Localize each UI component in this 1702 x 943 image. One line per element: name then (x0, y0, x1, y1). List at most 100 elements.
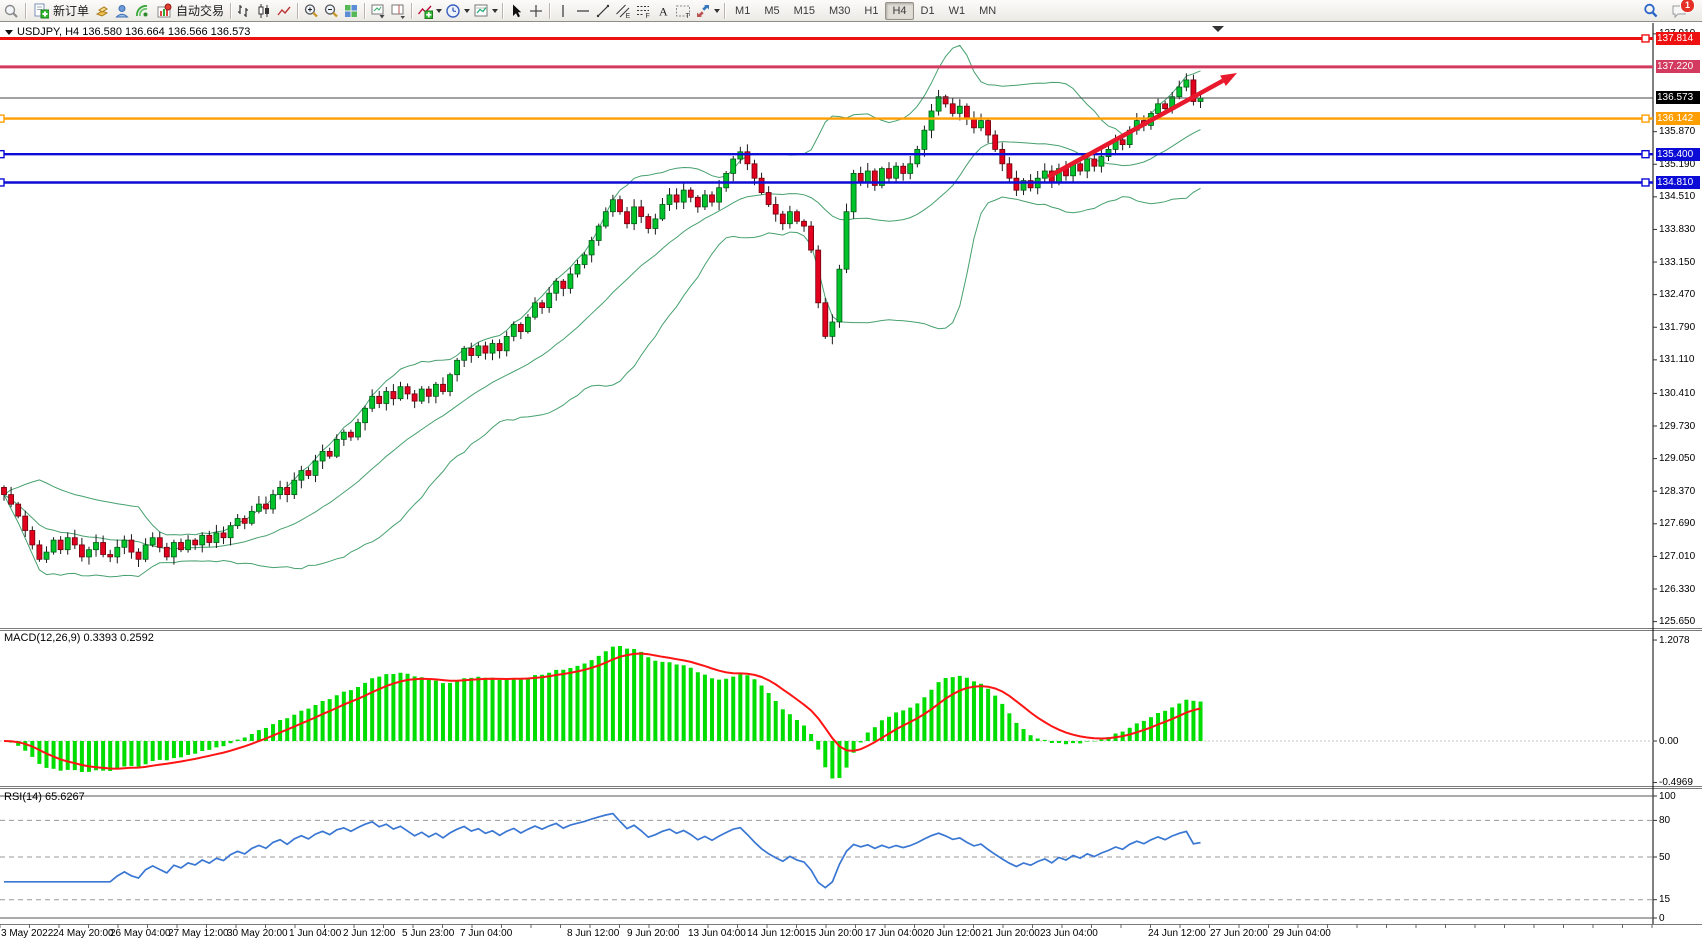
auto-scroll-icon[interactable] (369, 2, 387, 20)
hline-handle[interactable] (1642, 151, 1649, 158)
time-axis-label: 26 May 04:00 (110, 928, 171, 939)
macd-axis-label: -0.4969 (1659, 777, 1693, 788)
trendline-icon[interactable] (594, 2, 612, 20)
time-axis-label: 9 Jun 20:00 (627, 928, 679, 939)
arrows-icon[interactable] (694, 2, 712, 20)
toolbar-separator (411, 3, 412, 19)
zoom-in-icon[interactable] (302, 2, 320, 20)
price-tick-label: 128.370 (1659, 486, 1695, 497)
hline-handle[interactable] (1642, 179, 1649, 186)
time-axis-label: 7 Jun 04:00 (460, 928, 512, 939)
text-icon[interactable]: A (654, 2, 672, 20)
signals-icon[interactable] (133, 2, 151, 20)
hline-handle[interactable] (1642, 115, 1649, 122)
price-level-label: 137.220 (1656, 60, 1700, 73)
timeframe-w1-button[interactable]: W1 (942, 2, 973, 20)
macd-axis-label: 0.00 (1659, 736, 1678, 747)
timeframe-d1-button[interactable]: D1 (914, 2, 942, 20)
time-axis-label: 14 Jun 12:00 (747, 928, 805, 939)
timeframe-m1-button[interactable]: M1 (728, 2, 757, 20)
hline-handle[interactable] (0, 179, 4, 186)
price-tick-label: 130.410 (1659, 388, 1695, 399)
chart-shift-marker-icon[interactable] (1212, 26, 1224, 32)
horizontal-line-icon[interactable] (574, 2, 592, 20)
notification-badge[interactable]: 1 (1680, 0, 1695, 13)
price-level-label: 134.810 (1656, 176, 1700, 189)
tile-windows-icon[interactable] (342, 2, 360, 20)
rsi-indicator-label: RSI(14) 65.6267 (4, 791, 85, 803)
toolbar-separator (502, 3, 503, 19)
auto-trading-button[interactable]: 自动交易 (152, 1, 227, 21)
chat-icon[interactable]: 1 (1670, 2, 1688, 20)
line-chart-icon[interactable] (275, 2, 293, 20)
marketwatch-icon[interactable] (93, 2, 111, 20)
price-tick-label: 126.330 (1659, 584, 1695, 595)
price-axis[interactable]: 137.910135.870135.190134.510133.830133.1… (1654, 22, 1702, 924)
indicators-icon[interactable] (416, 2, 434, 20)
timeframe-h4-button[interactable]: H4 (885, 2, 913, 20)
price-tick-label: 131.790 (1659, 322, 1695, 333)
equidistant-channel-icon[interactable]: E (614, 2, 632, 20)
templates-icon[interactable] (472, 2, 490, 20)
price-tick-label: 134.510 (1659, 191, 1695, 202)
search-icon[interactable] (1642, 2, 1660, 20)
candle-chart-icon[interactable] (255, 2, 273, 20)
rsi-axis-label: 0 (1659, 913, 1665, 924)
symbol-search-icon[interactable] (3, 2, 21, 20)
toolbar-separator (364, 3, 365, 19)
time-axis-label: 13 Jun 04:00 (688, 928, 746, 939)
price-tick-label: 129.050 (1659, 453, 1695, 464)
chart-canvas[interactable] (0, 0, 1702, 943)
text-label-icon[interactable]: T (674, 2, 692, 20)
time-axis[interactable]: 3 May 202224 May 20:0026 May 04:0027 May… (0, 924, 1702, 943)
toolbar-right-group: 1 (1642, 2, 1702, 20)
time-axis-label: 5 Jun 23:00 (402, 928, 454, 939)
community-icon[interactable] (113, 2, 131, 20)
chart-shift-icon[interactable] (389, 2, 407, 20)
dropdown-caret-icon[interactable] (464, 9, 470, 13)
bar-chart-icon[interactable] (235, 2, 253, 20)
hline-handle[interactable] (0, 115, 4, 122)
timeframe-m30-button[interactable]: M30 (822, 2, 857, 20)
timeframe-m15-button[interactable]: M15 (787, 2, 822, 20)
cursor-icon[interactable] (507, 2, 525, 20)
svg-text:E: E (626, 13, 631, 19)
dropdown-caret-icon[interactable] (492, 9, 498, 13)
toolbar-separator (230, 3, 231, 19)
toolbar: 新订单 自动交易 EFA T M1M5M15M30H1H4D1W1MN 1 (0, 0, 1702, 22)
new-order-button[interactable]: 新订单 (29, 1, 92, 21)
svg-text:T: T (686, 13, 691, 19)
price-level-label: 135.400 (1656, 148, 1700, 161)
hline-handle[interactable] (0, 151, 4, 158)
dropdown-caret-icon[interactable] (436, 9, 442, 13)
trend-arrow-object[interactable] (1048, 73, 1237, 177)
price-tick-label: 125.650 (1659, 616, 1695, 627)
crosshair-icon[interactable] (527, 2, 545, 20)
toolbar-separator (297, 3, 298, 19)
toolbar-separator (25, 3, 26, 19)
zoom-out-icon[interactable] (322, 2, 340, 20)
time-axis-label: 24 May 20:00 (53, 928, 114, 939)
vertical-line-icon[interactable] (554, 2, 572, 20)
timeframe-m5-button[interactable]: M5 (757, 2, 786, 20)
price-tick-label: 127.690 (1659, 518, 1695, 529)
time-axis-label: 24 Jun 12:00 (1148, 928, 1206, 939)
hline-handle[interactable] (1642, 35, 1649, 42)
time-axis-label: 3 May 2022 (1, 928, 53, 939)
rsi-axis-label: 15 (1659, 894, 1670, 905)
macd-layer (0, 646, 1653, 779)
timeframe-h1-button[interactable]: H1 (857, 2, 885, 20)
periods-icon[interactable] (444, 2, 462, 20)
time-axis-label: 8 Jun 12:00 (567, 928, 619, 939)
macd-axis-label: 1.2078 (1659, 635, 1690, 646)
time-axis-label: 23 Jun 04:00 (1040, 928, 1098, 939)
rsi-axis-label: 100 (1659, 791, 1676, 802)
dropdown-caret-icon[interactable] (714, 9, 720, 13)
timeframe-mn-button[interactable]: MN (972, 2, 1003, 20)
new-order-button-label: 新订单 (53, 2, 89, 19)
collapse-arrow-icon[interactable] (5, 30, 13, 35)
toolbar-separator (549, 3, 550, 19)
price-tick-label: 127.010 (1659, 551, 1695, 562)
new-order-icon (32, 2, 50, 20)
fibonacci-icon[interactable]: F (634, 2, 652, 20)
